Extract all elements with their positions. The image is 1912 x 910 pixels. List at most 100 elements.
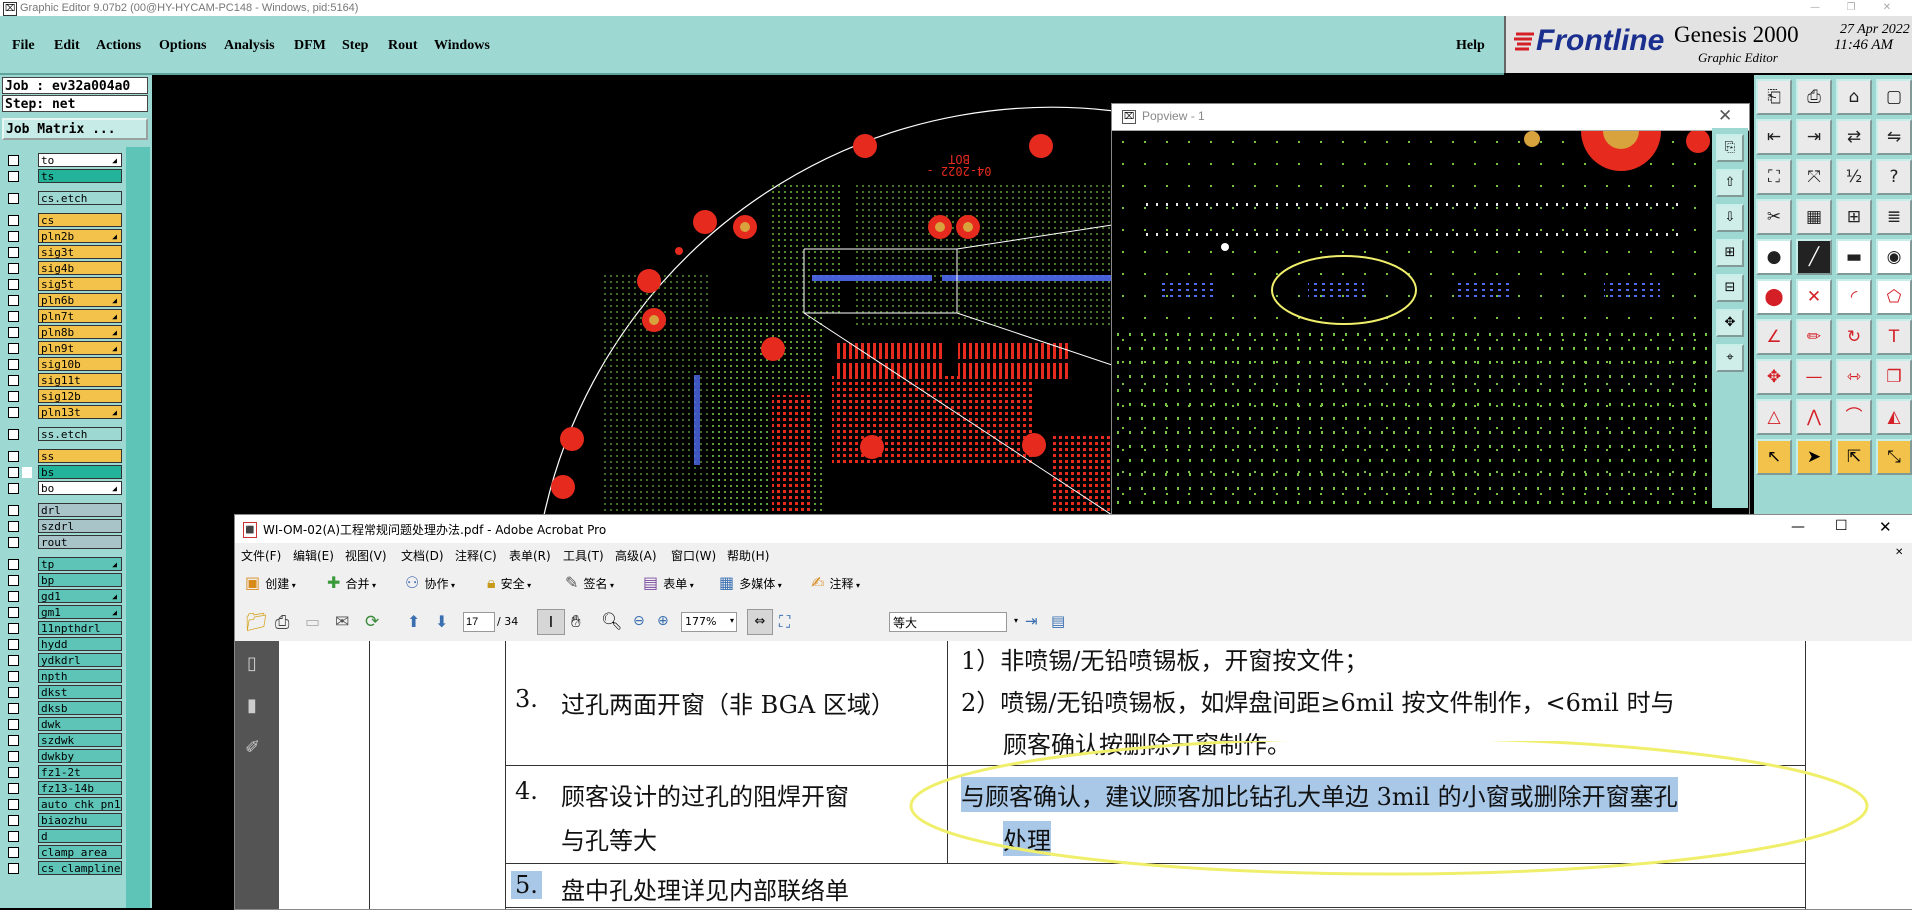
acro-menu-help[interactable]: 帮助(H) bbox=[727, 547, 769, 564]
layer-checkbox[interactable] bbox=[8, 215, 19, 226]
layer-row[interactable]: sig10b bbox=[2, 357, 122, 372]
layer-checkbox[interactable] bbox=[8, 521, 19, 532]
layer-row[interactable]: pln8b ◢ bbox=[2, 325, 122, 340]
edit-pointer-icon[interactable]: ⇱ bbox=[1836, 439, 1872, 475]
layer-row[interactable]: szdrl bbox=[2, 519, 122, 534]
layer-display-swatch[interactable] bbox=[22, 687, 32, 698]
layer-display-swatch[interactable] bbox=[22, 429, 32, 440]
layer-display-swatch[interactable] bbox=[22, 575, 32, 586]
layer-row[interactable]: to ◢ bbox=[2, 153, 122, 168]
zoom-home-icon[interactable]: ⎘ bbox=[1716, 134, 1744, 162]
swap-icon[interactable]: ⇋ bbox=[1876, 119, 1912, 155]
copy-icon[interactable]: ❐ bbox=[1876, 359, 1912, 395]
acro-menu-comment[interactable]: 注释(C) bbox=[455, 547, 497, 564]
fit-width-icon[interactable]: ⇔ bbox=[747, 609, 773, 635]
layer-display-swatch[interactable] bbox=[22, 407, 32, 418]
line-icon[interactable]: ╱ bbox=[1796, 239, 1832, 275]
layer-checkbox[interactable] bbox=[8, 639, 19, 650]
hand-tool-icon[interactable]: ✋︎ bbox=[571, 612, 581, 632]
layer-row[interactable]: clamp_area bbox=[2, 845, 122, 860]
layer-row[interactable]: dwkby bbox=[2, 749, 122, 764]
layer-checkbox[interactable] bbox=[8, 719, 19, 730]
layer-display-swatch[interactable] bbox=[22, 751, 32, 762]
layer-row[interactable]: auto_chk_pn1 bbox=[2, 797, 122, 812]
layer-display-swatch[interactable] bbox=[22, 311, 32, 322]
layer-checkbox[interactable] bbox=[8, 575, 19, 586]
menu-dfm[interactable]: DFM bbox=[294, 38, 326, 54]
layer-checkbox[interactable] bbox=[8, 231, 19, 242]
select-icon[interactable]: ➤ bbox=[1796, 439, 1832, 475]
layer-checkbox[interactable] bbox=[8, 863, 19, 874]
zoom-in-tool-icon[interactable]: ⊞ bbox=[1716, 239, 1744, 267]
zoom-tool-icon[interactable]: 🔍︎ bbox=[601, 612, 623, 632]
move-icon[interactable]: ✥ bbox=[1756, 359, 1792, 395]
pages-panel-icon[interactable]: ▯ bbox=[247, 653, 257, 674]
layer-row[interactable]: cs.etch bbox=[2, 191, 122, 206]
layer-checkbox[interactable] bbox=[8, 407, 19, 418]
email-icon[interactable]: ✉ bbox=[335, 612, 349, 632]
print-icon[interactable]: ⎙ bbox=[275, 612, 289, 633]
document-icon[interactable]: ▤ bbox=[1051, 612, 1065, 630]
close-icon[interactable]: ✕ bbox=[1872, 0, 1902, 16]
menu-help[interactable]: Help bbox=[1456, 38, 1485, 54]
layer-checkbox[interactable] bbox=[8, 359, 19, 370]
layer-checkbox[interactable] bbox=[8, 263, 19, 274]
dash-icon[interactable]: — bbox=[1796, 359, 1832, 395]
home-icon[interactable]: ⌂ bbox=[1836, 79, 1872, 115]
multimedia-button[interactable]: ▦ 多媒体 ▾ bbox=[719, 573, 782, 595]
popview-window[interactable]: ⌧ Popview - 1 ✕ bbox=[1111, 103, 1750, 520]
layer-display-swatch[interactable] bbox=[22, 327, 32, 338]
layer-display-swatch[interactable] bbox=[22, 483, 32, 494]
layer-checkbox[interactable] bbox=[8, 815, 19, 826]
layer-row[interactable]: rout bbox=[2, 535, 122, 550]
layer-checkbox[interactable] bbox=[8, 311, 19, 322]
arch-icon[interactable]: ⌒ bbox=[1836, 399, 1872, 435]
layer-row[interactable]: fz13-14b bbox=[2, 781, 122, 796]
layer-checkbox[interactable] bbox=[8, 193, 19, 204]
layer-row[interactable]: hydd bbox=[2, 637, 122, 652]
draw-icon[interactable]: ✏ bbox=[1796, 319, 1832, 355]
page-down-icon[interactable]: ⬇ bbox=[435, 612, 448, 631]
layer-display-swatch[interactable] bbox=[22, 359, 32, 370]
layer-checkbox[interactable] bbox=[8, 607, 19, 618]
question-icon[interactable]: ? bbox=[1876, 159, 1912, 195]
layer-checkbox[interactable] bbox=[8, 559, 19, 570]
layer-display-swatch[interactable] bbox=[22, 467, 32, 478]
center-icon[interactable]: ⌖ bbox=[1716, 344, 1744, 372]
layer-checkbox[interactable] bbox=[8, 375, 19, 386]
layer-checkbox[interactable] bbox=[8, 687, 19, 698]
zoom-out-tool-icon[interactable]: ⊟ bbox=[1716, 274, 1744, 302]
layer-display-swatch[interactable] bbox=[22, 537, 32, 548]
layer-display-swatch[interactable] bbox=[22, 703, 32, 714]
layer-checkbox[interactable] bbox=[8, 655, 19, 666]
layer-checkbox[interactable] bbox=[8, 537, 19, 548]
layer-checkbox[interactable] bbox=[8, 483, 19, 494]
layer-checkbox[interactable] bbox=[8, 343, 19, 354]
cross-icon[interactable]: ✕ bbox=[1796, 279, 1832, 315]
sidebar-scrollbar[interactable] bbox=[126, 147, 150, 908]
zoom-out-icon[interactable]: ⊖ bbox=[633, 613, 645, 629]
acro-menu-advanced[interactable]: 高级(A) bbox=[615, 547, 657, 564]
layer-row[interactable]: ss bbox=[2, 449, 122, 464]
pdf-document-view[interactable]: 3. 过孔两面开窗（非 BGA 区域） 1）非喷锡/无铅喷锡板，开窗按文件； 2… bbox=[279, 641, 1912, 909]
layer-row[interactable]: bp bbox=[2, 573, 122, 588]
layer-display-swatch[interactable] bbox=[22, 863, 32, 874]
minimize-icon[interactable]: — bbox=[1800, 0, 1830, 16]
layer-row[interactable]: pln6b ◢ bbox=[2, 293, 122, 308]
layer-checkbox[interactable] bbox=[8, 799, 19, 810]
layer-row[interactable]: pln7t ◢ bbox=[2, 309, 122, 324]
layer-display-swatch[interactable] bbox=[22, 279, 32, 290]
save-icon[interactable]: ▭ bbox=[305, 612, 320, 631]
layer-display-swatch[interactable] bbox=[22, 559, 32, 570]
layer-row[interactable]: sig4b bbox=[2, 261, 122, 276]
arc-icon[interactable]: ◜ bbox=[1836, 279, 1872, 315]
page-up-icon[interactable]: ⬆ bbox=[407, 612, 420, 631]
layer-display-swatch[interactable] bbox=[22, 505, 32, 516]
ruler-icon[interactable]: ▬ bbox=[1836, 239, 1872, 275]
layer-checkbox[interactable] bbox=[8, 847, 19, 858]
rotate-icon[interactable]: ↻ bbox=[1836, 319, 1872, 355]
pointer-icon[interactable]: ↖ bbox=[1756, 439, 1792, 475]
layer-checkbox[interactable] bbox=[8, 467, 19, 478]
layer-checkbox[interactable] bbox=[8, 783, 19, 794]
layer-checkbox[interactable] bbox=[8, 505, 19, 516]
